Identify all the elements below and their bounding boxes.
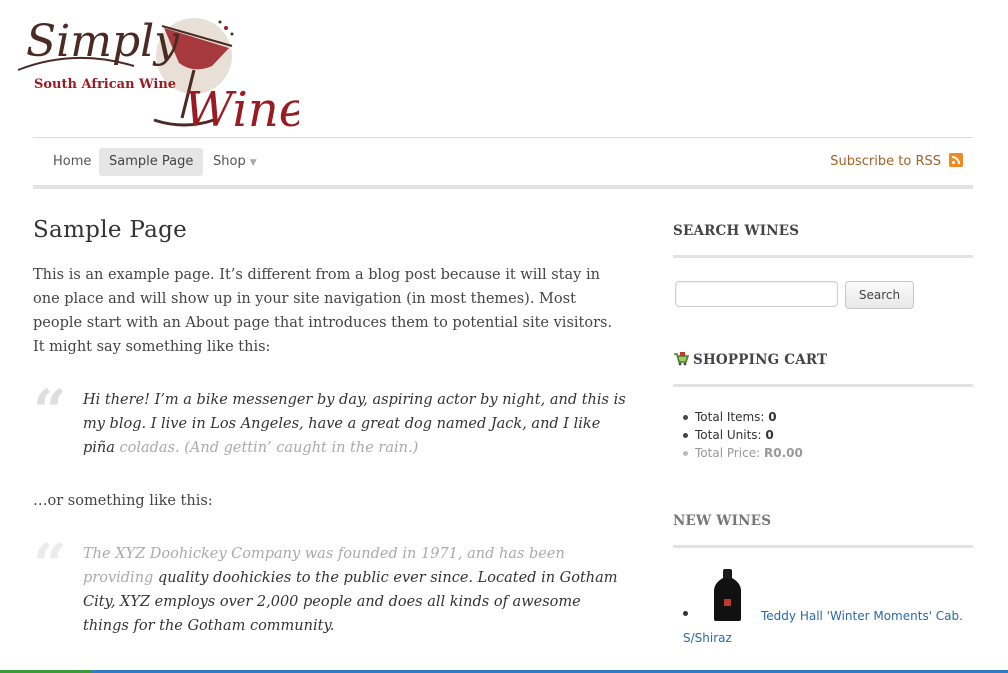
logo-graphic: Simply South African Wine Wine <box>17 16 299 138</box>
cart-total-units-label: Total Units: <box>695 428 762 442</box>
cart-total-items: Total Items: 0 <box>683 408 803 426</box>
logo-word-simply: Simply <box>26 16 180 67</box>
shopping-cart-icon <box>674 352 689 366</box>
nav-item-shop-label: Shop <box>213 154 246 169</box>
shopping-cart-heading: SHOPPING CART <box>673 352 973 368</box>
logo-word-wine: Wine <box>184 82 299 138</box>
search-wines-heading: SEARCH WINES <box>673 223 800 239</box>
chevron-down-icon: ▼ <box>249 158 257 168</box>
nav-bottom-divider <box>33 185 973 189</box>
middle-paragraph: …or something like this: <box>33 493 213 509</box>
cart-total-price: Total Price: R0.00 <box>683 444 803 462</box>
new-wines-heading-divider <box>673 545 973 548</box>
quote-mark-icon: “ <box>33 377 67 445</box>
nav-item-shop[interactable]: Shop ▼ <box>203 148 267 176</box>
cart-heading-divider <box>673 384 973 387</box>
blockquote-xyz-company: The XYZ Doohickey Company was founded in… <box>83 542 628 638</box>
new-wine-link-teddy-hall[interactable]: Teddy Hall 'Winter Moments' Cab. S/Shira… <box>683 605 973 649</box>
cart-total-units: Total Units: 0 <box>683 426 803 444</box>
cart-total-price-value: R0.00 <box>763 446 803 460</box>
cart-total-items-value: 0 <box>768 410 777 424</box>
cart-summary-list: Total Items: 0 Total Units: 0 Total Pric… <box>683 408 803 462</box>
intro-paragraph: This is an example page. It’s different … <box>33 267 613 355</box>
new-wines-heading: NEW WINES <box>673 513 772 529</box>
cart-total-price-label: Total Price: <box>695 446 761 460</box>
search-heading-divider <box>673 255 973 258</box>
shopping-cart-heading-label: SHOPPING CART <box>693 352 828 368</box>
search-button[interactable]: Search <box>845 281 914 309</box>
cart-total-items-label: Total Items: <box>695 410 765 424</box>
quote-mark-icon-2: “ <box>33 531 67 599</box>
cart-total-units-value: 0 <box>765 428 774 442</box>
quote2-text: quality doohickies to the public ever si… <box>83 570 618 634</box>
search-input[interactable] <box>675 281 838 307</box>
logo-tagline: South African Wine <box>34 77 176 92</box>
site-logo[interactable]: Simply South African Wine Wine <box>14 8 299 140</box>
rss-label: Subscribe to RSS <box>830 154 941 169</box>
quote1-faded-text: coladas. (And gettin’ caught in the rain… <box>119 440 419 456</box>
nav-item-home[interactable]: Home <box>43 148 101 176</box>
main-navigation: Home Sample Page Shop ▼ Subscribe to RSS <box>33 138 973 186</box>
rss-icon <box>949 153 963 167</box>
new-wine-name-line2: S/Shiraz <box>683 631 732 645</box>
page-title: Sample Page <box>33 217 188 243</box>
new-wine-name-line1: Teddy Hall 'Winter Moments' Cab. <box>761 609 963 623</box>
blockquote-bike-messenger: Hi there! I’m a bike messenger by day, a… <box>83 388 628 460</box>
nav-item-sample-page[interactable]: Sample Page <box>99 148 204 176</box>
subscribe-rss-link[interactable]: Subscribe to RSS <box>830 153 963 169</box>
